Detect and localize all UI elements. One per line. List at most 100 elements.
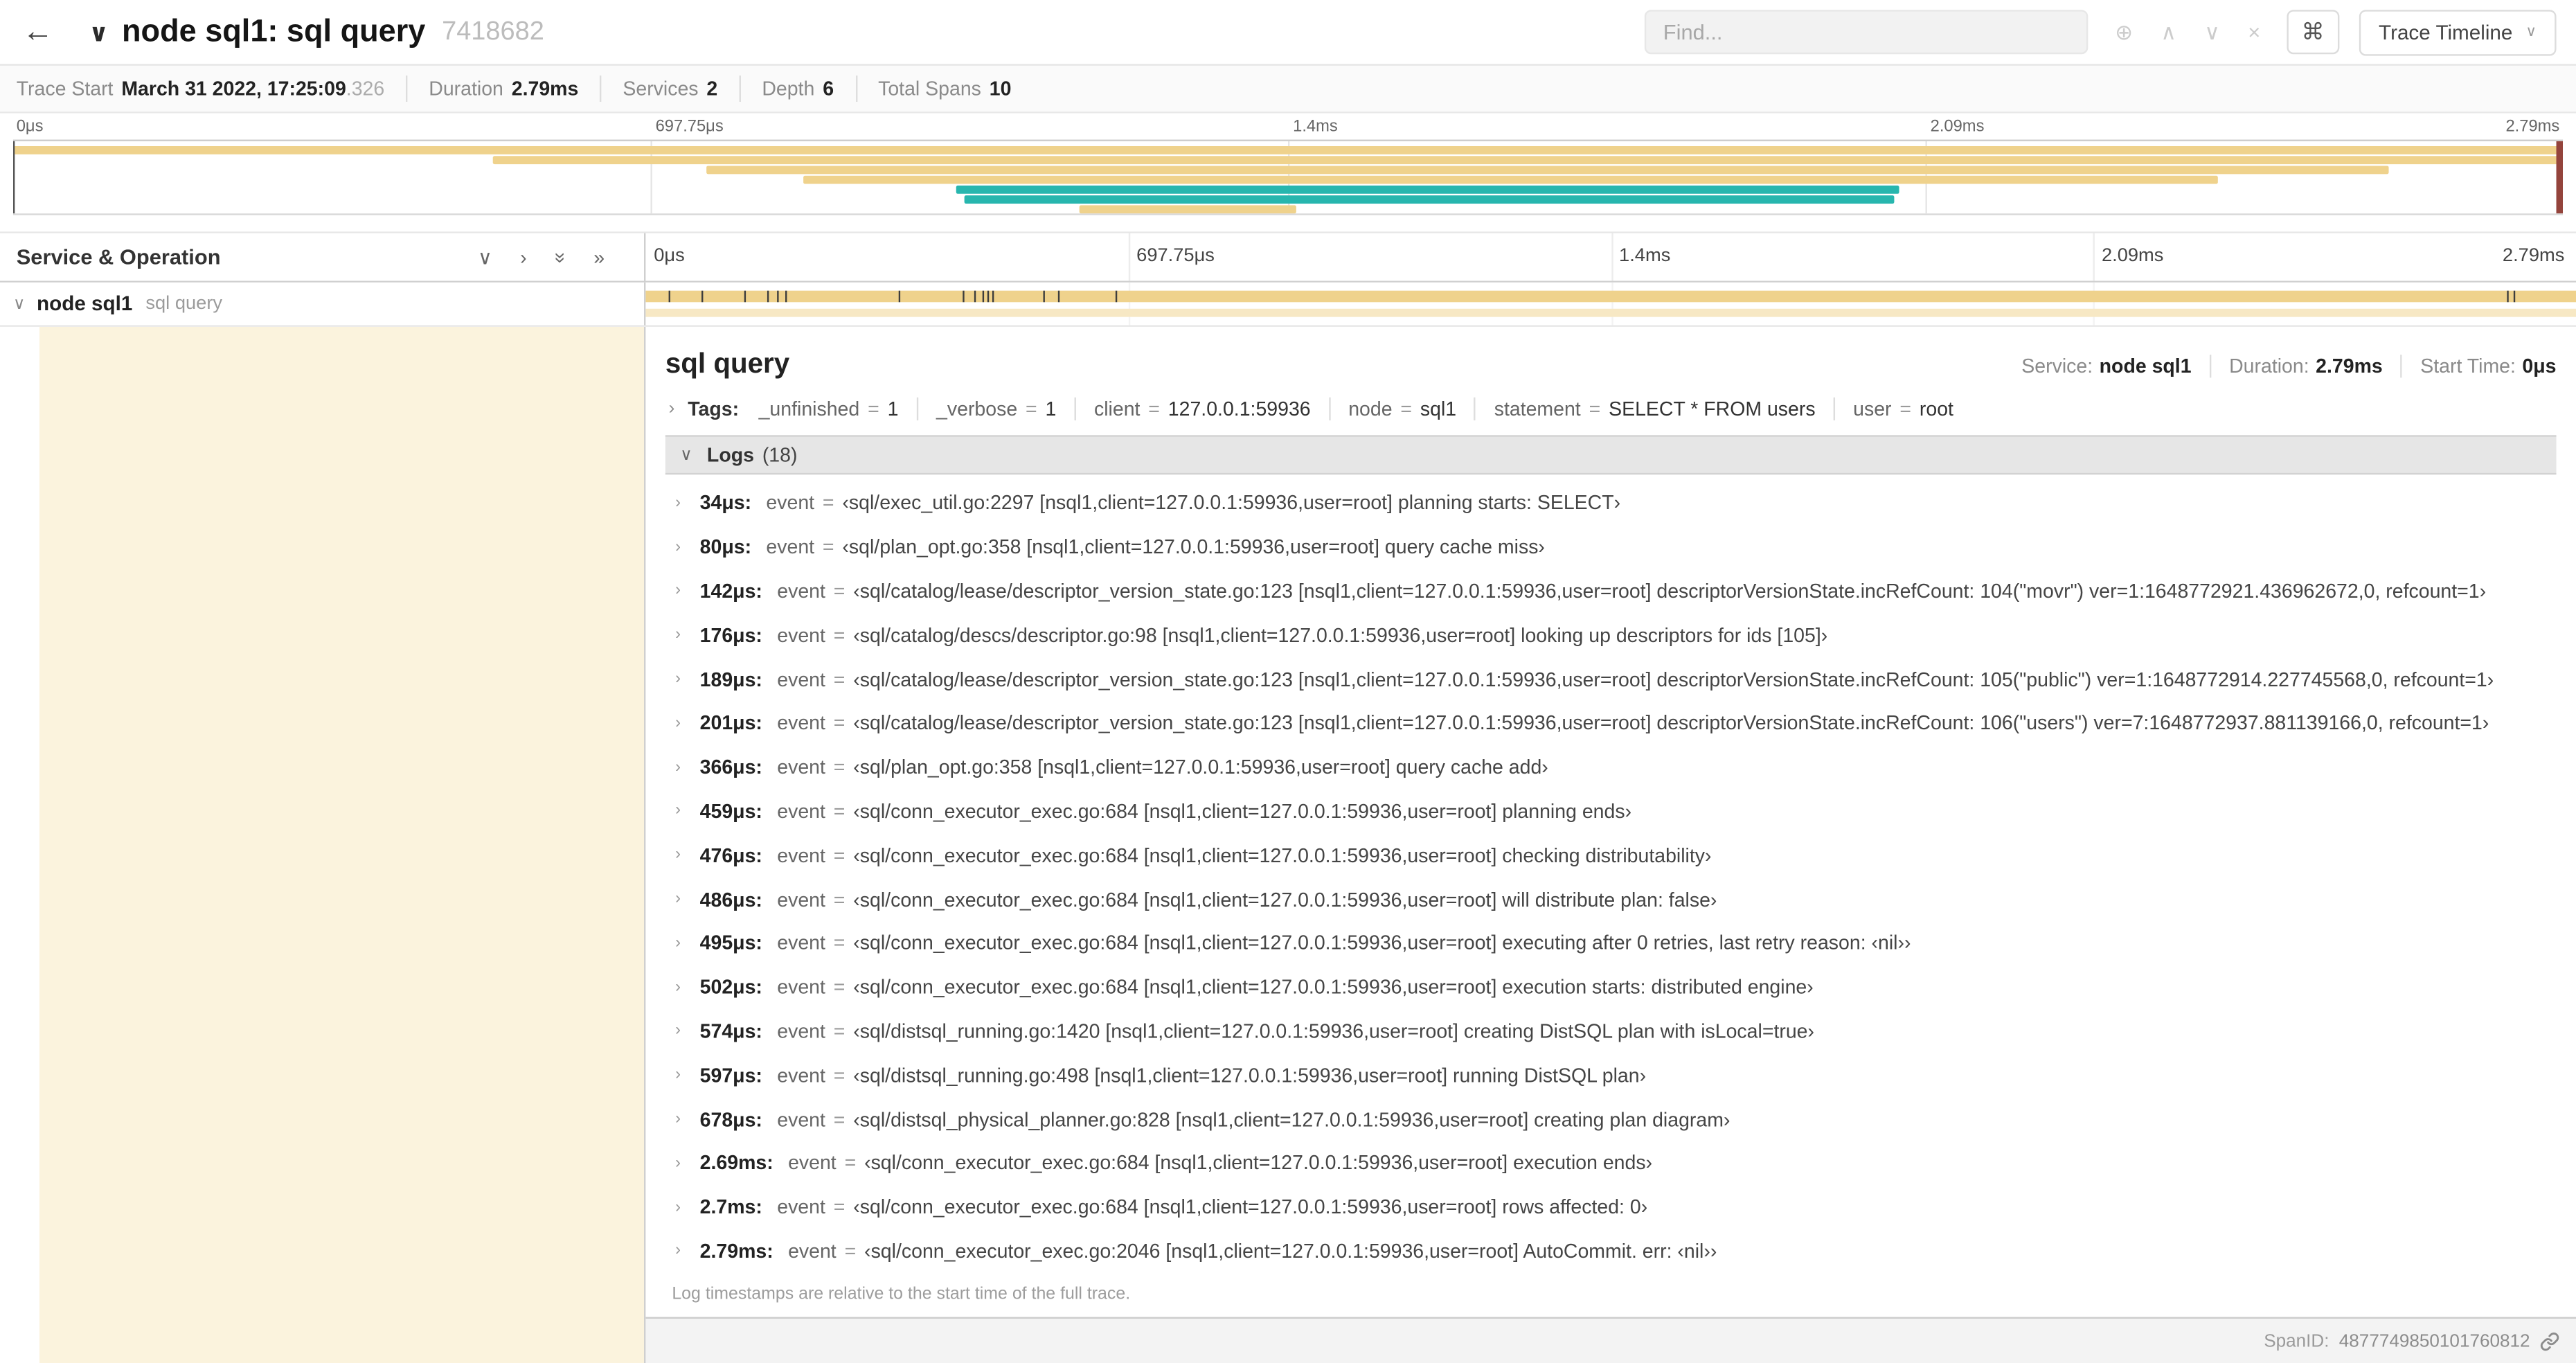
log-field-value: ‹sql/distsql_running.go:1420 [nsql1,clie… <box>853 1019 1815 1043</box>
service-operation-header: Service & Operation <box>16 244 221 269</box>
log-row[interactable]: › 476μs: event = ‹sql/conn_executor_exec… <box>675 833 2556 878</box>
log-row[interactable]: › 486μs: event = ‹sql/conn_executor_exec… <box>675 878 2556 922</box>
span-id-row: SpanID: 4877749850101760812 <box>2264 1333 2559 1352</box>
log-equals: = <box>833 799 846 823</box>
span-indent-guide <box>39 326 645 1363</box>
expand-one-icon[interactable]: › <box>520 245 526 268</box>
collapse-all-icon[interactable]: » <box>548 251 571 262</box>
log-row[interactable]: › 80μs: event = ‹sql/plan_opt.go:358 [ns… <box>675 525 2556 569</box>
expand-all-icon[interactable]: » <box>593 245 605 268</box>
axis-tick-label: 1.4ms <box>1619 246 1671 267</box>
log-marker-tick <box>2514 290 2516 303</box>
tags-row[interactable]: › Tags: _unfinished = 1 _verbose = 1 cli… <box>665 391 2557 435</box>
tag-item: client = 127.0.0.1:59936 <box>1074 397 1329 420</box>
collapse-one-icon[interactable]: ∨ <box>478 245 492 268</box>
log-timestamp: 476μs: <box>699 844 762 867</box>
axis-tick-label: 2.79ms <box>2502 246 2565 267</box>
prev-match-icon[interactable]: ∧ <box>2161 19 2176 45</box>
chevron-right-icon: › <box>668 399 675 419</box>
trace-id: 7418682 <box>442 17 544 46</box>
log-marker-tick <box>701 290 703 303</box>
span-detail-meta: Service: node sql1 Duration: 2.79ms Start … <box>2003 355 2557 378</box>
span-detail-panel: sql query Service: node sql1 Duration: 2.7… <box>645 326 2576 1319</box>
minimap-graph[interactable] <box>12 139 2564 215</box>
trace-view-label: Trace Timeline <box>2379 20 2513 44</box>
trace-view-dropdown[interactable]: Trace Timeline ∨ <box>2359 9 2557 55</box>
link-icon[interactable] <box>2540 1333 2559 1352</box>
log-equals: = <box>833 932 846 955</box>
log-row[interactable]: › 2.79ms: event = ‹sql/conn_executor_exe… <box>675 1229 2556 1274</box>
log-timestamp: 189μs: <box>699 668 762 691</box>
log-row[interactable]: › 176μs: event = ‹sql/catalog/descs/desc… <box>675 613 2556 657</box>
timeline-header: Service & Operation ∨ › » » 0μs 697.75μs… <box>0 231 2576 283</box>
log-field-value: ‹sql/distsql_running.go:498 [nsql1,clien… <box>853 1063 1647 1087</box>
minimap-tick-label: 2.09ms <box>1930 118 1985 136</box>
minimap-span-bar <box>492 156 2563 165</box>
log-row[interactable]: › 495μs: event = ‹sql/conn_executor_exec… <box>675 921 2556 965</box>
log-row[interactable]: › 142μs: event = ‹sql/catalog/lease/desc… <box>675 569 2556 614</box>
log-field-value: ‹sql/exec_util.go:2297 [nsql1,client=127… <box>842 491 1621 515</box>
log-equals: = <box>833 1107 846 1131</box>
log-row[interactable]: › 502μs: event = ‹sql/conn_executor_exec… <box>675 965 2556 1010</box>
log-equals: = <box>833 579 846 603</box>
chevron-right-icon: › <box>675 758 681 776</box>
minimap-tick-label: 697.75μs <box>655 118 724 136</box>
tag-value: SELECT * FROM users <box>1609 397 1816 420</box>
log-row[interactable]: › 597μs: event = ‹sql/distsql_running.go… <box>675 1053 2556 1098</box>
log-field-value: ‹sql/conn_executor_exec.go:684 [nsql1,cl… <box>853 975 1814 999</box>
log-row[interactable]: › 366μs: event = ‹sql/plan_opt.go:358 [n… <box>675 745 2556 790</box>
trace-header-collapse-icon[interactable]: ∨ <box>89 17 109 46</box>
log-field-key: event <box>777 1019 825 1043</box>
log-row[interactable]: › 574μs: event = ‹sql/distsql_running.go… <box>675 1009 2556 1053</box>
detail-footer-area: SpanID: 4877749850101760812 <box>645 1319 2576 1363</box>
log-timestamp: 34μs: <box>699 491 752 515</box>
log-timestamp: 142μs: <box>699 579 762 603</box>
axis-tick-label: 2.09ms <box>2101 246 2164 267</box>
tag-item: user = root <box>1833 397 1971 420</box>
tag-equals: = <box>1400 397 1413 420</box>
chevron-right-icon: › <box>675 1198 681 1217</box>
span-row-bar-cell[interactable] <box>645 282 2576 326</box>
log-row[interactable]: › 189μs: event = ‹sql/catalog/lease/desc… <box>675 657 2556 702</box>
minimap-span-bar <box>956 185 1900 194</box>
log-timestamp: 2.79ms: <box>699 1240 773 1263</box>
log-row[interactable]: › 459μs: event = ‹sql/conn_executor_exec… <box>675 789 2556 833</box>
trace-title: node sql1: sql query <box>122 14 426 48</box>
log-marker-tick <box>776 290 778 303</box>
tag-key: statement <box>1494 397 1581 420</box>
log-equals: = <box>833 887 846 911</box>
log-row[interactable]: › 2.7ms: event = ‹sql/conn_executor_exec… <box>675 1185 2556 1229</box>
meta-label: Start Time: <box>2420 355 2516 378</box>
log-row[interactable]: › 201μs: event = ‹sql/catalog/lease/desc… <box>675 701 2556 745</box>
focus-match-icon[interactable]: ⊕ <box>2115 19 2133 45</box>
keyboard-shortcuts-button[interactable]: ⌘ <box>2287 10 2340 55</box>
log-timestamp: 459μs: <box>699 799 762 823</box>
tag-equals: = <box>1899 397 1912 420</box>
log-marker-tick <box>899 290 901 303</box>
find-input[interactable] <box>1645 10 2089 55</box>
back-button[interactable]: ← <box>0 14 75 50</box>
logs-header[interactable]: ∨ Logs (18) <box>665 435 2557 475</box>
span-row-name-cell[interactable]: ∨ node sql1 sql query <box>0 282 646 326</box>
span-row[interactable]: ∨ node sql1 sql query <box>0 282 2576 327</box>
log-marker-tick <box>785 290 787 303</box>
chevron-right-icon: › <box>675 846 681 864</box>
log-row[interactable]: › 678μs: event = ‹sql/distsql_physical_p… <box>675 1097 2556 1141</box>
log-row[interactable]: › 2.69ms: event = ‹sql/conn_executor_exe… <box>675 1141 2556 1186</box>
log-field-value: ‹sql/catalog/lease/descriptor_version_st… <box>853 668 2494 691</box>
timeline-gridline <box>2093 233 2095 281</box>
tag-value: 127.0.0.1:59936 <box>1168 397 1311 420</box>
log-row[interactable]: › 34μs: event = ‹sql/exec_util.go:2297 [… <box>675 481 2556 526</box>
clear-search-icon[interactable]: × <box>2248 19 2260 44</box>
minimap-scrubber-right[interactable] <box>2556 141 2564 214</box>
chevron-right-icon: › <box>675 1066 681 1085</box>
logs-footnote: Log timestamps are relative to the start… <box>672 1284 1131 1305</box>
next-match-icon[interactable]: ∨ <box>2204 19 2220 45</box>
timeline-gridline <box>1611 233 1613 281</box>
minimap-scrubber-left[interactable] <box>12 141 15 214</box>
minimap-span-bar <box>964 195 1895 204</box>
meta-label: Service: <box>2021 355 2093 378</box>
log-field-key: event <box>766 491 815 515</box>
log-marker-tick <box>1114 290 1117 303</box>
span-collapse-icon[interactable]: ∨ <box>13 295 25 313</box>
